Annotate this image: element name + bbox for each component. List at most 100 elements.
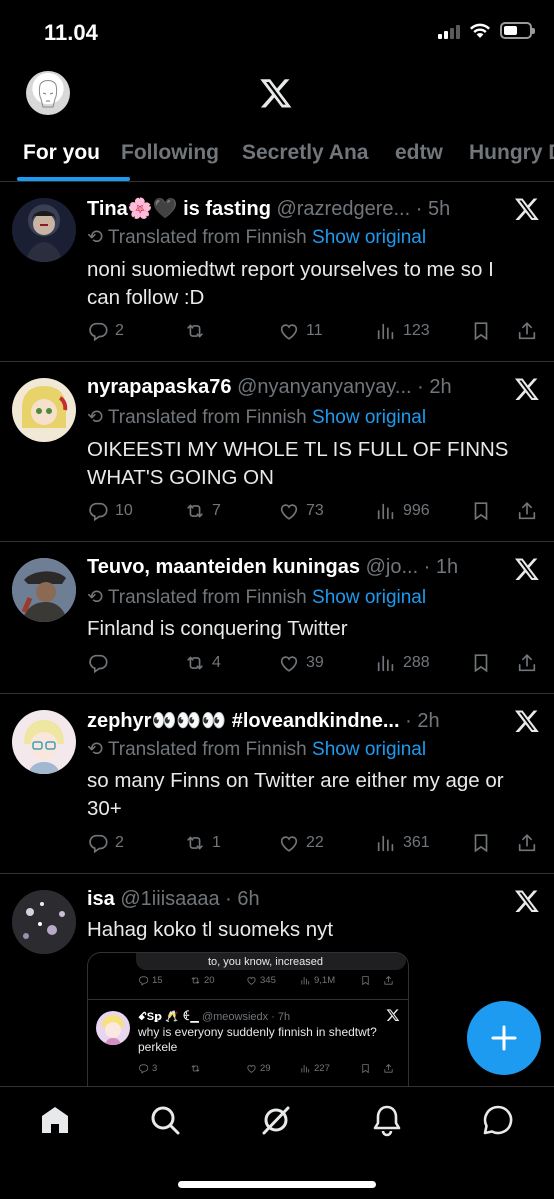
- reply-button[interactable]: 2: [87, 320, 124, 342]
- home-icon[interactable]: [38, 1103, 72, 1137]
- home-indicator[interactable]: [178, 1181, 376, 1188]
- like-button[interactable]: 22: [278, 832, 324, 854]
- x-logo-icon: [386, 1008, 400, 1022]
- embed-quoted-handle: @meowsiedx: [201, 1011, 269, 1023]
- compose-button[interactable]: [467, 1001, 541, 1075]
- embed-top-text: to, you know, increased: [208, 956, 323, 968]
- bookmark-button[interactable]: [470, 832, 492, 854]
- tab-secretly-ana[interactable]: Secretly Ana: [242, 141, 368, 165]
- author-handle: @1iiisaaaa: [120, 888, 220, 910]
- embed-like-count: 29: [260, 1063, 271, 1074]
- tweet-header: Tina🌸🖤 is fasting @razredgere... · 5h: [87, 198, 451, 220]
- tweet-text: so many Finns on Twitter are either my a…: [87, 769, 504, 820]
- embed-share: [383, 975, 394, 989]
- share-icon: [516, 320, 538, 342]
- search-icon[interactable]: [148, 1103, 182, 1137]
- show-original-link[interactable]: Show original: [312, 587, 426, 608]
- x-logo-icon: [514, 888, 540, 914]
- like-button[interactable]: 73: [278, 500, 324, 522]
- author-name[interactable]: Tina🌸🖤 is fasting: [87, 198, 271, 220]
- like-count: 22: [306, 834, 324, 851]
- tab-hungry[interactable]: Hungry D: [469, 141, 554, 165]
- author-name[interactable]: isa: [87, 888, 115, 910]
- avatar[interactable]: [12, 378, 76, 442]
- reply-icon: [138, 1063, 149, 1074]
- embed-divider: [88, 999, 408, 1000]
- views-button[interactable]: 288: [375, 652, 430, 674]
- retweet-button[interactable]: 4: [184, 652, 221, 674]
- reply-button[interactable]: [87, 652, 115, 674]
- avatar[interactable]: [12, 710, 76, 774]
- like-button[interactable]: 11: [278, 320, 323, 342]
- tab-for-you[interactable]: For you: [23, 141, 100, 165]
- embedded-screenshot[interactable]: to, you know, increased 15 20 345 9,1M ꗃ…: [87, 952, 409, 1102]
- timeline-tabs: For you Following Secretly Ana edtw Hung…: [0, 124, 554, 182]
- like-icon: [278, 320, 300, 342]
- tab-edtw[interactable]: edtw: [395, 141, 443, 165]
- views-icon: [300, 975, 311, 986]
- like-button[interactable]: 39: [278, 652, 324, 674]
- x-logo-icon: [514, 196, 540, 222]
- active-tab-indicator: [17, 177, 130, 181]
- bookmark-button[interactable]: [470, 652, 492, 674]
- view-count: 123: [403, 322, 430, 339]
- view-count: 361: [403, 834, 430, 851]
- share-button[interactable]: [516, 500, 538, 522]
- author-name[interactable]: nyrapapaska76: [87, 376, 232, 398]
- notifications-icon[interactable]: [370, 1103, 404, 1137]
- views-button[interactable]: 996: [375, 500, 430, 522]
- like-count: 39: [306, 654, 324, 671]
- reply-count: 2: [115, 834, 124, 851]
- tweet[interactable]: Tina🌸🖤 is fasting @razredgere... · 5h ⟲ …: [0, 182, 554, 362]
- profile-avatar[interactable]: [26, 71, 70, 115]
- retweet-count: 7: [212, 502, 221, 519]
- show-original-link[interactable]: Show original: [312, 227, 426, 248]
- messages-icon[interactable]: [481, 1103, 515, 1137]
- retweet-button[interactable]: 1: [184, 832, 221, 854]
- tab-following[interactable]: Following: [121, 141, 219, 165]
- retweet-icon: [190, 1063, 201, 1074]
- share-button[interactable]: [516, 652, 538, 674]
- tweet-time: 5h: [427, 198, 451, 220]
- show-original-link[interactable]: Show original: [312, 407, 426, 428]
- share-button[interactable]: [516, 320, 538, 342]
- tweet-text: Hahag koko tl suomeks nyt: [87, 918, 334, 941]
- tweet[interactable]: zephyr👀👀👀 #loveandkindne... · 2h ⟲ Trans…: [0, 694, 554, 874]
- embed-bookmark: [360, 1063, 371, 1077]
- embed-views: 227: [300, 1063, 330, 1074]
- compose-icon: [491, 1025, 517, 1051]
- views-icon: [300, 1063, 311, 1074]
- embed-retweet-count: 20: [204, 975, 215, 986]
- embed-like-count: 345: [260, 975, 276, 986]
- bookmark-button[interactable]: [470, 320, 492, 342]
- tweet-header: isa @1iiisaaaa · 6h: [87, 888, 260, 910]
- reply-button[interactable]: 2: [87, 832, 124, 854]
- show-original-link[interactable]: Show original: [312, 739, 426, 760]
- retweet-count: 1: [212, 834, 221, 851]
- tweet-time: 6h: [237, 888, 260, 910]
- embed-quoted-time: 7h: [277, 1011, 291, 1023]
- tweet-time: 2h: [417, 710, 440, 732]
- avatar[interactable]: [12, 198, 76, 262]
- bookmark-button[interactable]: [470, 500, 492, 522]
- views-button[interactable]: 361: [375, 832, 430, 854]
- tweet[interactable]: Teuvo, maanteiden kuningas @jo... · 1h ⟲…: [0, 542, 554, 694]
- retweet-button[interactable]: 7: [184, 500, 221, 522]
- retweet-icon: [184, 652, 206, 674]
- like-icon: [246, 1063, 257, 1074]
- embed-views: 9,1M: [300, 975, 335, 986]
- grok-icon[interactable]: [259, 1103, 293, 1137]
- like-count: 73: [306, 502, 324, 519]
- author-name[interactable]: zephyr👀👀👀 #loveandkindne...: [87, 710, 400, 732]
- views-button[interactable]: 123: [375, 320, 430, 342]
- tweet[interactable]: nyrapapaska76 @nyanyanyanyay... · 2h ⟲ T…: [0, 362, 554, 542]
- retweet-button[interactable]: [184, 320, 212, 342]
- translation-notice: ⟲ Translated from Finnish Show original: [87, 406, 426, 429]
- share-button[interactable]: [516, 832, 538, 854]
- embed-top-actions: 15 20 345 9,1M: [138, 975, 400, 989]
- avatar[interactable]: [12, 890, 76, 954]
- embed-retweet: 20: [190, 975, 215, 986]
- reply-button[interactable]: 10: [87, 500, 133, 522]
- avatar[interactable]: [12, 558, 76, 622]
- author-name[interactable]: Teuvo, maanteiden kuningas: [87, 556, 360, 578]
